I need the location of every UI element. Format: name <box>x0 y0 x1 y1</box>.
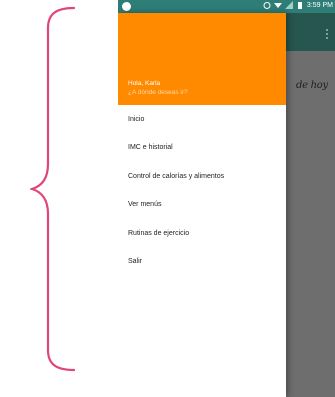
notification-icon <box>122 2 131 11</box>
status-time: 3:59 PM <box>306 1 333 9</box>
status-bar: 3:59 PM <box>118 0 335 13</box>
alarm-icon <box>263 2 271 9</box>
menu-item-salir[interactable]: Salir <box>118 248 286 277</box>
greeting-text: Hola, Karla <box>128 80 161 87</box>
wifi-icon <box>273 3 282 8</box>
navigation-drawer: Hola, Karla ¿A dónde deseas ir? Inicio I… <box>118 13 286 397</box>
menu-item-control-calorias[interactable]: Control de calorías y alimentos <box>118 162 286 191</box>
battery-icon <box>297 2 302 9</box>
greeting-subtitle: ¿A dónde deseas ir? <box>128 89 188 96</box>
curly-brace-annotation <box>30 6 76 372</box>
menu-item-rutinas-ejercicio[interactable]: Rutinas de ejercicio <box>118 219 286 248</box>
menu-item-ver-menus[interactable]: Ver menús <box>118 191 286 220</box>
drawer-header: Hola, Karla ¿A dónde deseas ir? <box>118 13 286 105</box>
menu-item-imc-historial[interactable]: IMC e historial <box>118 134 286 163</box>
overflow-menu-icon[interactable] <box>326 27 329 41</box>
signal-icon <box>284 1 293 9</box>
menu-item-inicio[interactable]: Inicio <box>118 105 286 134</box>
drawer-menu: Inicio IMC e historial Control de calorí… <box>118 105 286 276</box>
background-screen-text: de hoy <box>296 80 328 91</box>
phone-screen: 3:59 PM de hoy Hola, Karla ¿A dónde dese… <box>118 0 335 397</box>
